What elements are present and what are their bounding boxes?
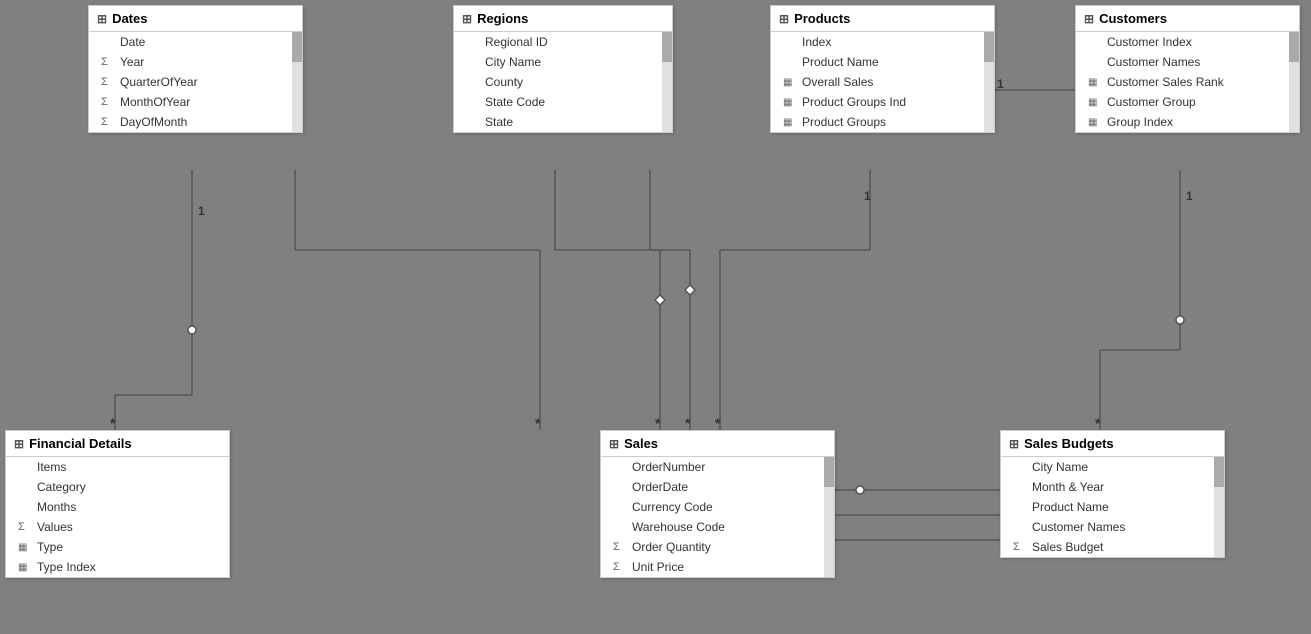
sales-budgets-table: ⊞ Sales Budgets City Name Month & Year P… — [1000, 430, 1225, 558]
field-unit-price: Σ Unit Price — [601, 557, 824, 577]
field-product-name: Product Name — [771, 52, 984, 72]
dates-body: Date Σ Year Σ QuarterOfYear Σ MonthOfYea… — [89, 32, 302, 132]
field-customer-sales-rank: ▦ Customer Sales Rank — [1076, 72, 1289, 92]
field-county: County — [454, 72, 662, 92]
field-quarterofyear: Σ QuarterOfYear — [89, 72, 292, 92]
dates-header: ⊞ Dates — [89, 6, 302, 32]
dates-scrollbar[interactable] — [292, 32, 302, 132]
table-icon: ⊞ — [609, 437, 619, 451]
sales-budgets-title: Sales Budgets — [1024, 436, 1114, 451]
field-year: Σ Year — [89, 52, 292, 72]
svg-text:*: * — [110, 415, 116, 431]
field-regional-id: Regional ID — [454, 32, 662, 52]
table-icon: ⊞ — [1009, 437, 1019, 451]
field-group-index: ▦ Group Index — [1076, 112, 1289, 132]
customers-header: ⊞ Customers — [1076, 6, 1299, 32]
field-customer-index: Customer Index — [1076, 32, 1289, 52]
field-order-number: OrderNumber — [601, 457, 824, 477]
svg-text:1: 1 — [997, 77, 1004, 91]
field-customer-names: Customer Names — [1076, 52, 1289, 72]
field-index: Index — [771, 32, 984, 52]
svg-text:*: * — [1095, 415, 1101, 431]
field-type: ▦ Type — [6, 537, 229, 557]
field-state-code: State Code — [454, 92, 662, 112]
svg-text:*: * — [655, 415, 661, 431]
customers-body: Customer Index Customer Names ▦ Customer… — [1076, 32, 1299, 132]
sales-budgets-header: ⊞ Sales Budgets — [1001, 431, 1224, 457]
field-product-name-sb: Product Name — [1001, 497, 1214, 517]
products-body: Index Product Name ▦ Overall Sales ▦ Pro… — [771, 32, 994, 132]
field-warehouse-code: Warehouse Code — [601, 517, 824, 537]
field-items: Items — [6, 457, 229, 477]
sales-title: Sales — [624, 436, 658, 451]
regions-table: ⊞ Regions Regional ID City Name County S… — [453, 5, 673, 133]
table-icon: ⊞ — [14, 437, 24, 451]
dates-table: ⊞ Dates Date Σ Year Σ QuarterOfYear Σ Mo… — [88, 5, 303, 133]
field-order-quantity: Σ Order Quantity — [601, 537, 824, 557]
field-type-index: ▦ Type Index — [6, 557, 229, 577]
regions-scrollbar[interactable] — [662, 32, 672, 132]
products-title: Products — [794, 11, 850, 26]
table-icon: ⊞ — [1084, 12, 1094, 26]
svg-text:1: 1 — [864, 189, 871, 203]
sales-table: ⊞ Sales OrderNumber OrderDate Currency C… — [600, 430, 835, 578]
regions-title: Regions — [477, 11, 528, 26]
sales-budgets-body: City Name Month & Year Product Name Cust… — [1001, 457, 1224, 557]
field-months: Months — [6, 497, 229, 517]
products-table: ⊞ Products Index Product Name ▦ Overall … — [770, 5, 995, 133]
sales-budgets-scrollbar[interactable] — [1214, 457, 1224, 557]
field-product-groups: ▦ Product Groups — [771, 112, 984, 132]
field-dayofmonth: Σ DayOfMonth — [89, 112, 292, 132]
sales-header: ⊞ Sales — [601, 431, 834, 457]
table-icon: ⊞ — [462, 12, 472, 26]
field-city-name: City Name — [454, 52, 662, 72]
customers-title: Customers — [1099, 11, 1167, 26]
customers-scrollbar[interactable] — [1289, 32, 1299, 132]
products-header: ⊞ Products — [771, 6, 994, 32]
table-icon: ⊞ — [97, 12, 107, 26]
sales-body: OrderNumber OrderDate Currency Code Ware… — [601, 457, 834, 577]
field-product-groups-ind: ▦ Product Groups Ind — [771, 92, 984, 112]
financial-details-body: Items Category Months Σ Values ▦ Type ▦ … — [6, 457, 229, 577]
field-values: Σ Values — [6, 517, 229, 537]
financial-details-title: Financial Details — [29, 436, 132, 451]
dates-title: Dates — [112, 11, 147, 26]
sales-scrollbar[interactable] — [824, 457, 834, 577]
regions-body: Regional ID City Name County State Code … — [454, 32, 672, 132]
financial-details-header: ⊞ Financial Details — [6, 431, 229, 457]
financial-details-table: ⊞ Financial Details Items Category Month… — [5, 430, 230, 578]
field-city-name-sb: City Name — [1001, 457, 1214, 477]
field-customer-group: ▦ Customer Group — [1076, 92, 1289, 112]
field-category: Category — [6, 477, 229, 497]
products-scrollbar[interactable] — [984, 32, 994, 132]
field-order-date: OrderDate — [601, 477, 824, 497]
field-date: Date — [89, 32, 292, 52]
field-customer-names-sb: Customer Names — [1001, 517, 1214, 537]
svg-text:*: * — [715, 415, 721, 431]
field-currency-code: Currency Code — [601, 497, 824, 517]
field-monthofyear: Σ MonthOfYear — [89, 92, 292, 112]
svg-text:*: * — [685, 415, 691, 431]
svg-text:*: * — [535, 415, 541, 431]
regions-header: ⊞ Regions — [454, 6, 672, 32]
field-state: State — [454, 112, 662, 132]
customers-table: ⊞ Customers Customer Index Customer Name… — [1075, 5, 1300, 133]
field-sales-budget: Σ Sales Budget — [1001, 537, 1214, 557]
svg-text:1: 1 — [198, 204, 205, 218]
svg-text:1: 1 — [1186, 189, 1193, 203]
table-icon: ⊞ — [779, 12, 789, 26]
field-overall-sales: ▦ Overall Sales — [771, 72, 984, 92]
field-month-year: Month & Year — [1001, 477, 1214, 497]
